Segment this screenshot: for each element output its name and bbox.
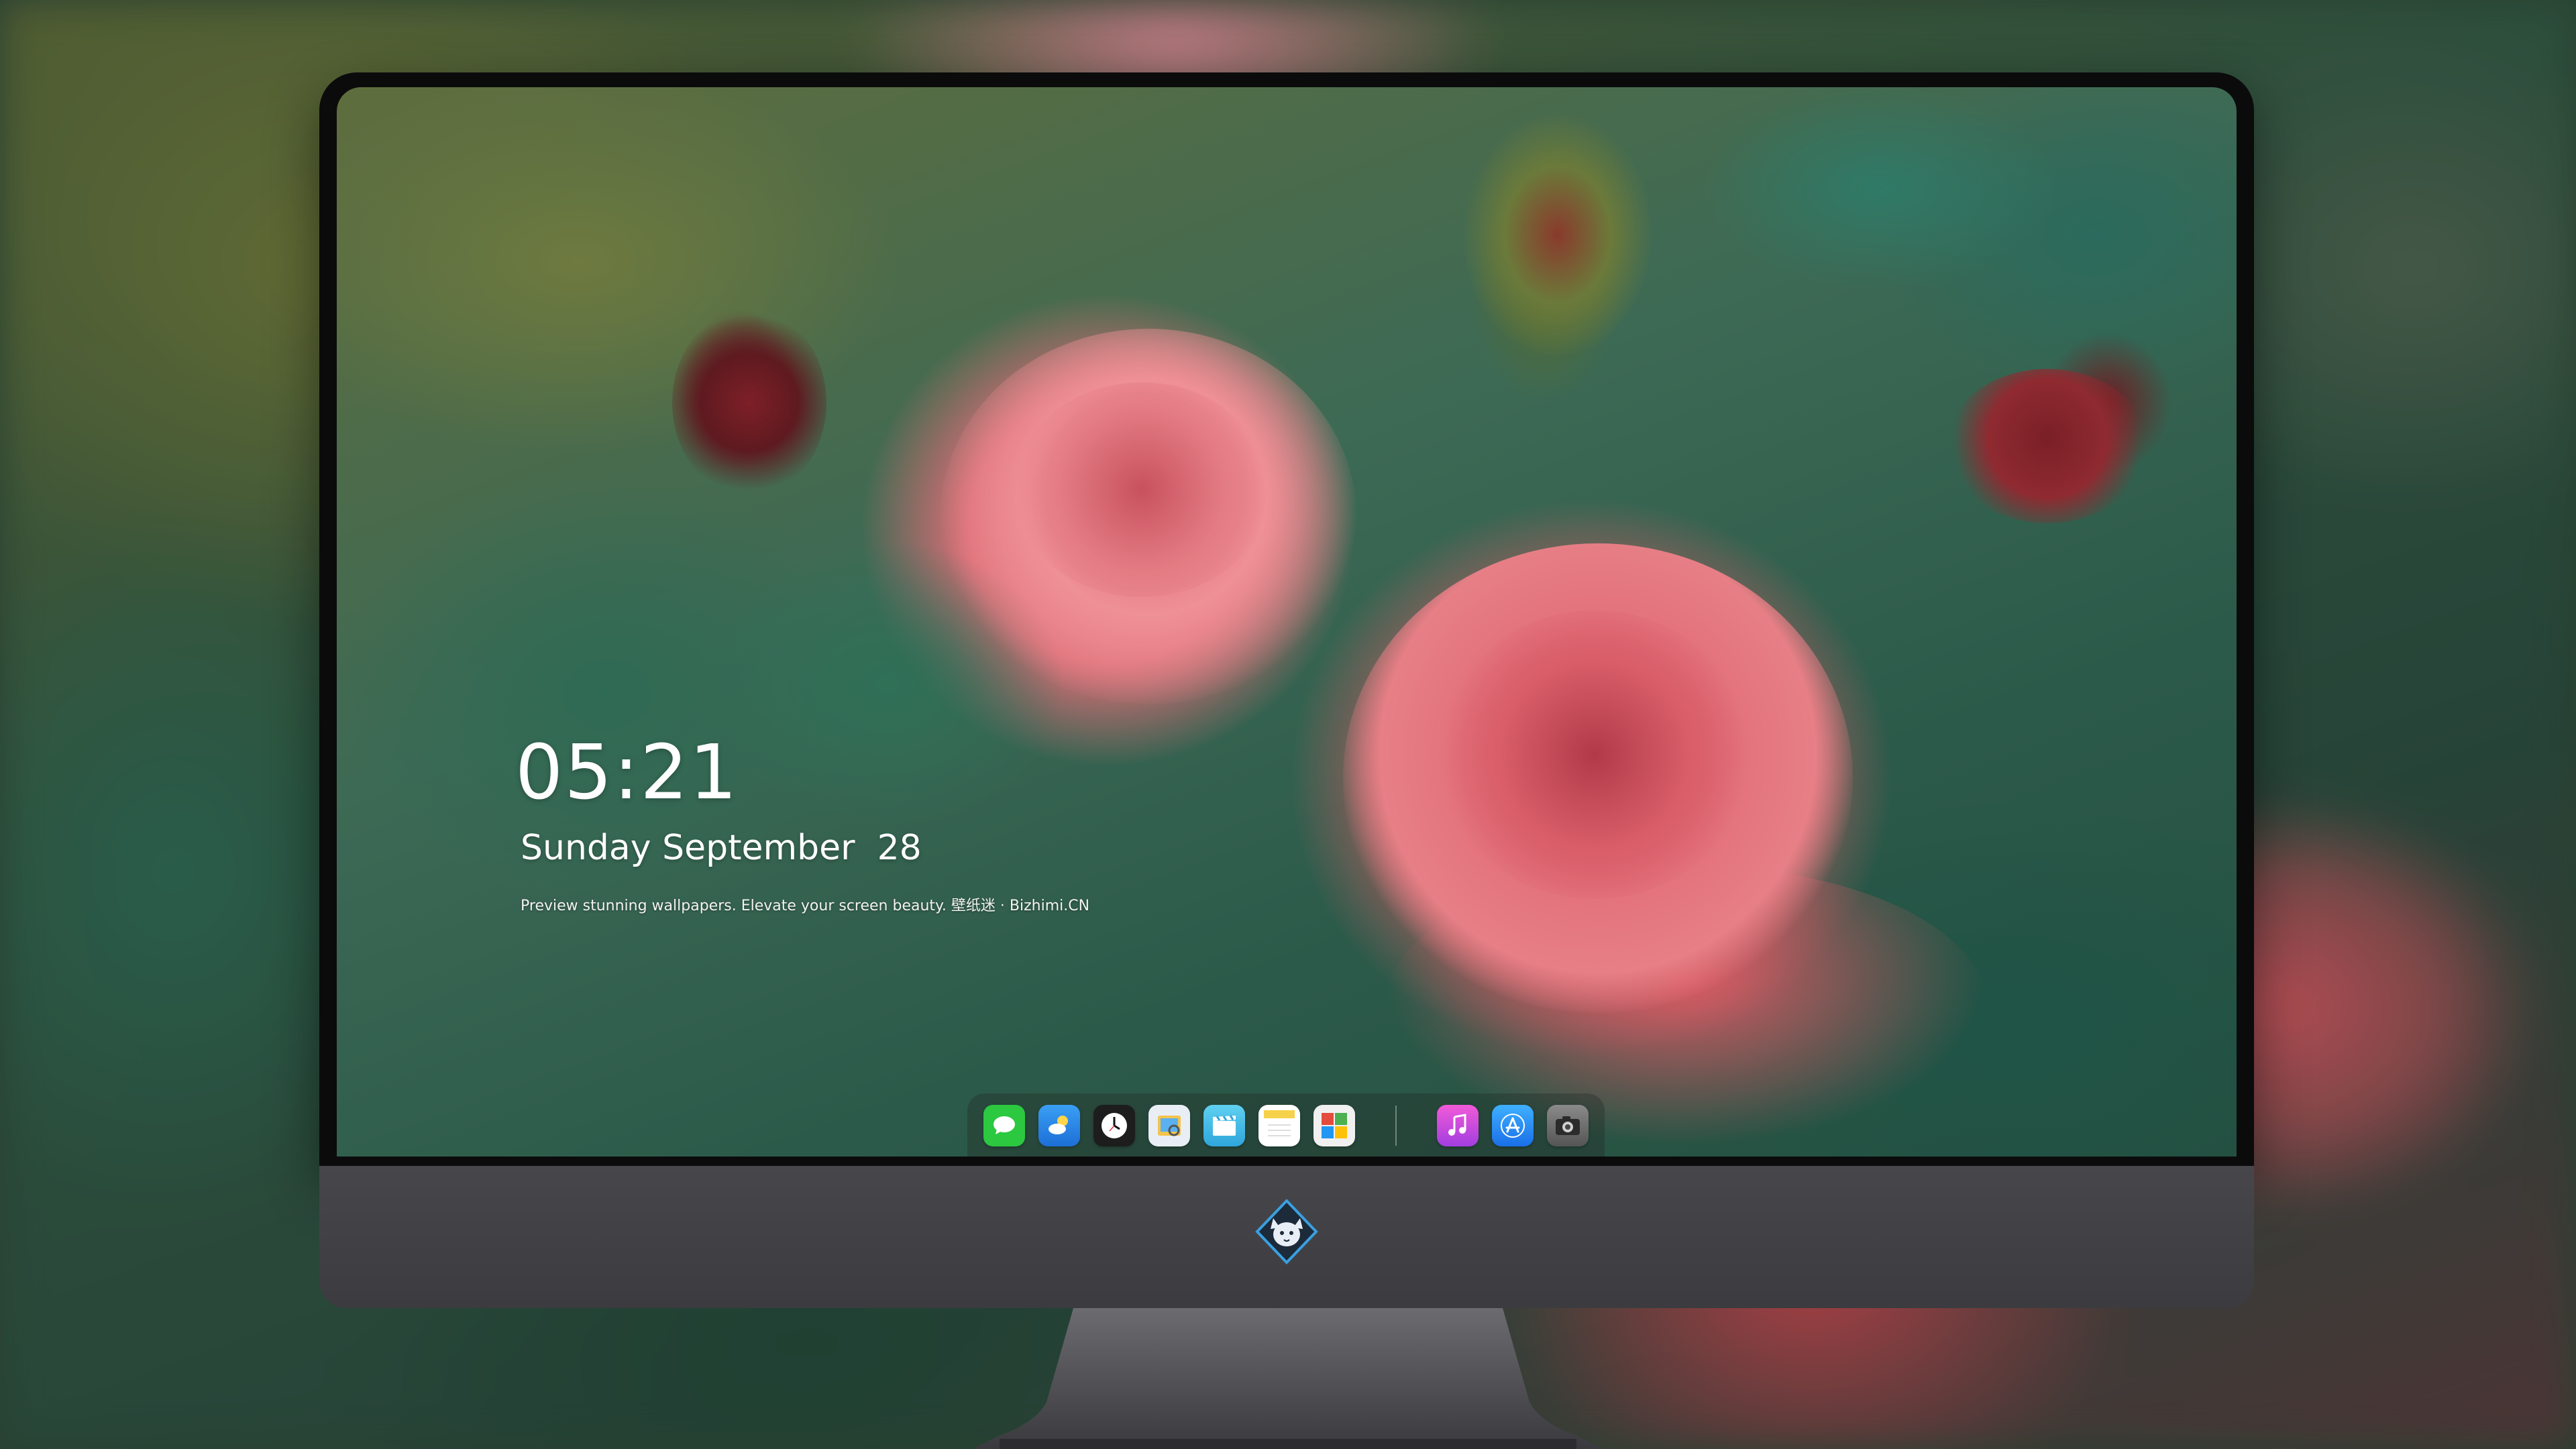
- music-icon[interactable]: [1437, 1105, 1479, 1146]
- clock-date: Sunday September 28: [521, 828, 922, 868]
- rose-bud: [1464, 114, 1652, 356]
- rose-bud: [672, 309, 826, 496]
- clock-time: 05:21: [515, 729, 739, 816]
- photo-booth-icon[interactable]: [1313, 1105, 1355, 1146]
- monitor-bezel: 05:21 Sunday September 28 Preview stunni…: [319, 72, 2254, 1166]
- monitor-chin: [319, 1166, 2254, 1308]
- weather-icon[interactable]: [1038, 1105, 1080, 1146]
- rose-bud: [1947, 369, 2148, 523]
- imac-monitor: 05:21 Sunday September 28 Preview stunni…: [319, 72, 2254, 1308]
- messages-icon[interactable]: [983, 1105, 1025, 1146]
- monitor-stand: [973, 1308, 1603, 1449]
- camera-icon[interactable]: [1547, 1105, 1589, 1146]
- dock: [967, 1093, 1605, 1157]
- clock-icon[interactable]: [1093, 1105, 1135, 1146]
- clips-icon[interactable]: [1203, 1105, 1245, 1146]
- app-store-icon[interactable]: [1492, 1105, 1534, 1146]
- desktop-screen: 05:21 Sunday September 28 Preview stunni…: [337, 87, 2237, 1157]
- scene: 05:21 Sunday September 28 Preview stunni…: [0, 0, 2576, 1449]
- fox-logo-icon: [1255, 1199, 1318, 1265]
- wallpaper-tagline: Preview stunning wallpapers. Elevate you…: [521, 898, 1090, 914]
- dock-separator: [1395, 1106, 1397, 1146]
- notes-icon[interactable]: [1258, 1105, 1300, 1146]
- preview-icon[interactable]: [1148, 1105, 1190, 1146]
